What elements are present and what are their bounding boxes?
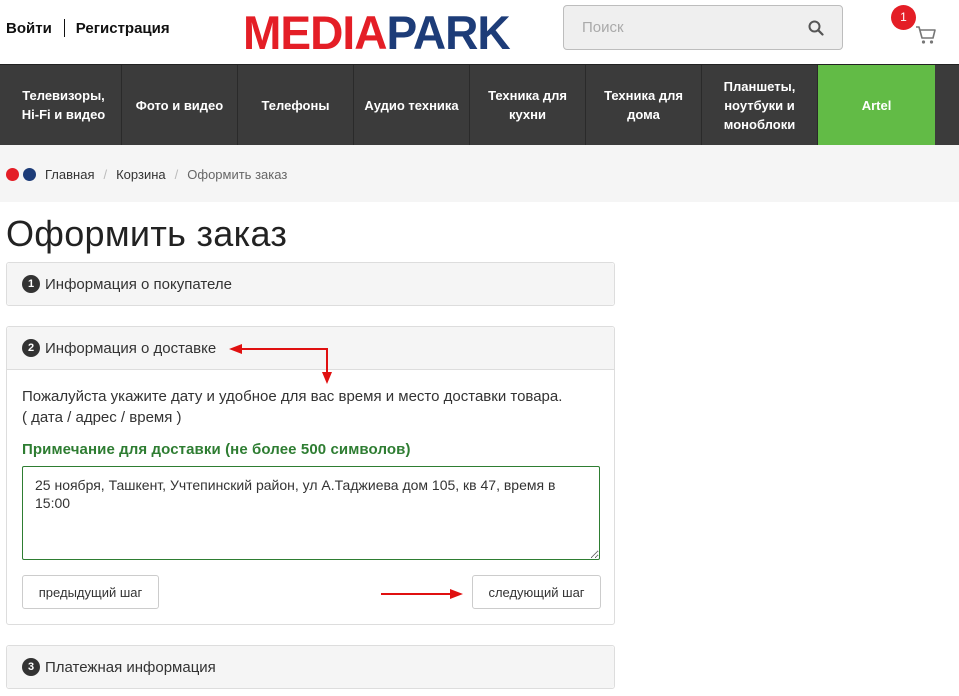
- cart-button[interactable]: 1: [891, 5, 939, 49]
- nav-item-artel[interactable]: Artel: [818, 65, 935, 145]
- nav-item-photo-video[interactable]: Фото и видео: [122, 65, 238, 145]
- previous-step-button[interactable]: предыдущий шаг: [22, 575, 159, 609]
- step-number-badge: 3: [22, 658, 40, 676]
- blue-dot-icon: [23, 168, 36, 181]
- step-number-badge: 2: [22, 339, 40, 357]
- search-icon[interactable]: [808, 20, 824, 36]
- login-link[interactable]: Войти: [6, 20, 52, 37]
- mediapark-logo[interactable]: MEDIAPARK: [243, 6, 511, 59]
- step-delivery-info-panel: 2 Информация о доставке Пожалуйста укажи…: [6, 326, 615, 625]
- red-dot-icon: [6, 168, 19, 181]
- breadcrumb-bar: Главная / Корзина / Оформить заказ: [0, 145, 959, 202]
- site-header: Войти Регистрация MEDIAPARK 1: [0, 0, 959, 64]
- step-payment-info-panel: 3 Платежная информация: [6, 645, 615, 689]
- breadcrumb-separator: /: [103, 167, 108, 182]
- register-link[interactable]: Регистрация: [76, 20, 170, 37]
- auth-divider: [63, 19, 65, 37]
- search-box: [563, 5, 843, 50]
- nav-item-home-appliances[interactable]: Техника для дома: [586, 65, 702, 145]
- nav-item-phones[interactable]: Телефоны: [238, 65, 354, 145]
- delivery-note-label: Примечание для доставки (не более 500 си…: [22, 441, 411, 458]
- delivery-description-line: Пожалуйста укажите дату и удобное для ва…: [22, 388, 563, 405]
- search-input[interactable]: [564, 6, 804, 49]
- step-title: Информация о покупателе: [45, 275, 232, 293]
- nav-item-audio[interactable]: Аудио техника: [354, 65, 470, 145]
- delivery-description: Пожалуйста укажите дату и удобное для ва…: [22, 386, 562, 428]
- cart-count-badge: 1: [891, 5, 916, 30]
- cart-icon: [916, 26, 936, 44]
- step-number-badge: 1: [22, 275, 40, 293]
- breadcrumb-home[interactable]: Главная: [45, 167, 94, 182]
- delivery-description-format: ( дата / адрес / время ): [22, 409, 182, 426]
- nav-item-tablets-laptops[interactable]: Планшеты, ноутбуки и моноблоки: [702, 65, 818, 145]
- next-step-button[interactable]: следующий шаг: [472, 575, 601, 609]
- step-delivery-info-header[interactable]: 2 Информация о доставке: [7, 327, 614, 370]
- breadcrumb-current: Оформить заказ: [187, 167, 288, 182]
- step-title: Платежная информация: [45, 658, 216, 676]
- step-customer-info-panel: 1 Информация о покупателе: [6, 262, 615, 306]
- nav-item-tv-hifi-video[interactable]: Телевизоры, Hi-Fi и видео: [6, 65, 122, 145]
- logo-media-text: MEDIA: [243, 6, 388, 59]
- breadcrumb-separator: /: [174, 167, 179, 182]
- breadcrumb-cart[interactable]: Корзина: [116, 167, 166, 182]
- auth-links: Войти Регистрация: [6, 19, 170, 37]
- breadcrumb: Главная / Корзина / Оформить заказ: [6, 167, 287, 182]
- logo-park-text: PARK: [386, 6, 511, 59]
- category-nav: Телевизоры, Hi-Fi и видео Фото и видео Т…: [0, 64, 959, 145]
- page-title: Оформить заказ: [6, 213, 288, 254]
- step-title: Информация о доставке: [45, 339, 217, 357]
- step-payment-info-header[interactable]: 3 Платежная информация: [7, 646, 614, 688]
- nav-item-kitchen[interactable]: Техника для кухни: [470, 65, 586, 145]
- step-customer-info-header[interactable]: 1 Информация о покупателе: [7, 263, 614, 305]
- delivery-note-field[interactable]: [22, 466, 600, 560]
